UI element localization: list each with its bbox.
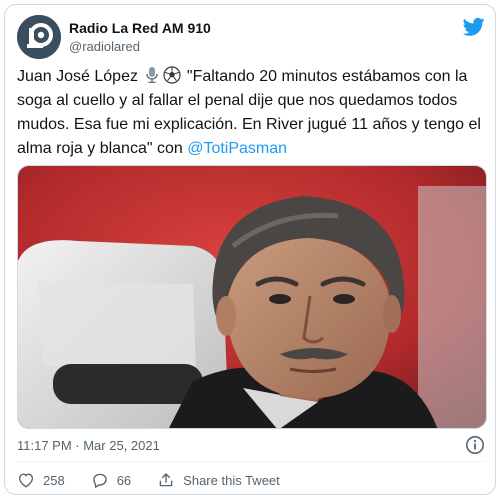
divider <box>17 461 485 462</box>
tweet-photo[interactable] <box>17 165 487 429</box>
soccer-ball-emoji-icon <box>163 66 182 84</box>
reply-button[interactable]: 66 <box>91 471 131 489</box>
avatar[interactable] <box>17 15 61 59</box>
heart-icon <box>18 473 34 488</box>
timestamp[interactable]: 11:17 PM · Mar 25, 2021 <box>17 438 160 453</box>
info-icon[interactable] <box>465 435 485 455</box>
share-button[interactable]: Share this Tweet <box>157 471 280 489</box>
tweet-text: Juan José López "Faltando 20 minutos est… <box>17 65 487 161</box>
microphone-emoji-icon <box>146 67 159 83</box>
replies-count: 66 <box>116 472 132 488</box>
share-label: Share this Tweet <box>183 472 280 488</box>
likes-count: 258 <box>43 472 65 488</box>
tweet-text-start: Juan José López <box>17 68 138 85</box>
account-handle[interactable]: @radiolared <box>69 38 211 55</box>
account-names: Radio La Red AM 910 @radiolared <box>69 19 211 55</box>
radio-la-red-logo-icon <box>17 15 61 59</box>
tweet-meta: 11:17 PM · Mar 25, 2021 <box>17 435 485 457</box>
tweet-actions: 258 66 Share this Tweet <box>17 468 306 492</box>
speech-bubble-icon <box>93 473 107 488</box>
photo-of-man-icon <box>18 166 486 428</box>
tweet-header: Radio La Red AM 910 @radiolared <box>17 15 485 59</box>
tweet-card[interactable]: Radio La Red AM 910 @radiolared Juan Jos… <box>4 4 496 495</box>
twitter-bird-icon[interactable] <box>463 17 485 37</box>
share-arrow-icon <box>159 473 173 487</box>
display-name[interactable]: Radio La Red AM 910 <box>69 19 211 37</box>
like-button[interactable]: 258 <box>17 471 65 489</box>
mention-link[interactable]: @TotiPasman <box>187 140 287 157</box>
